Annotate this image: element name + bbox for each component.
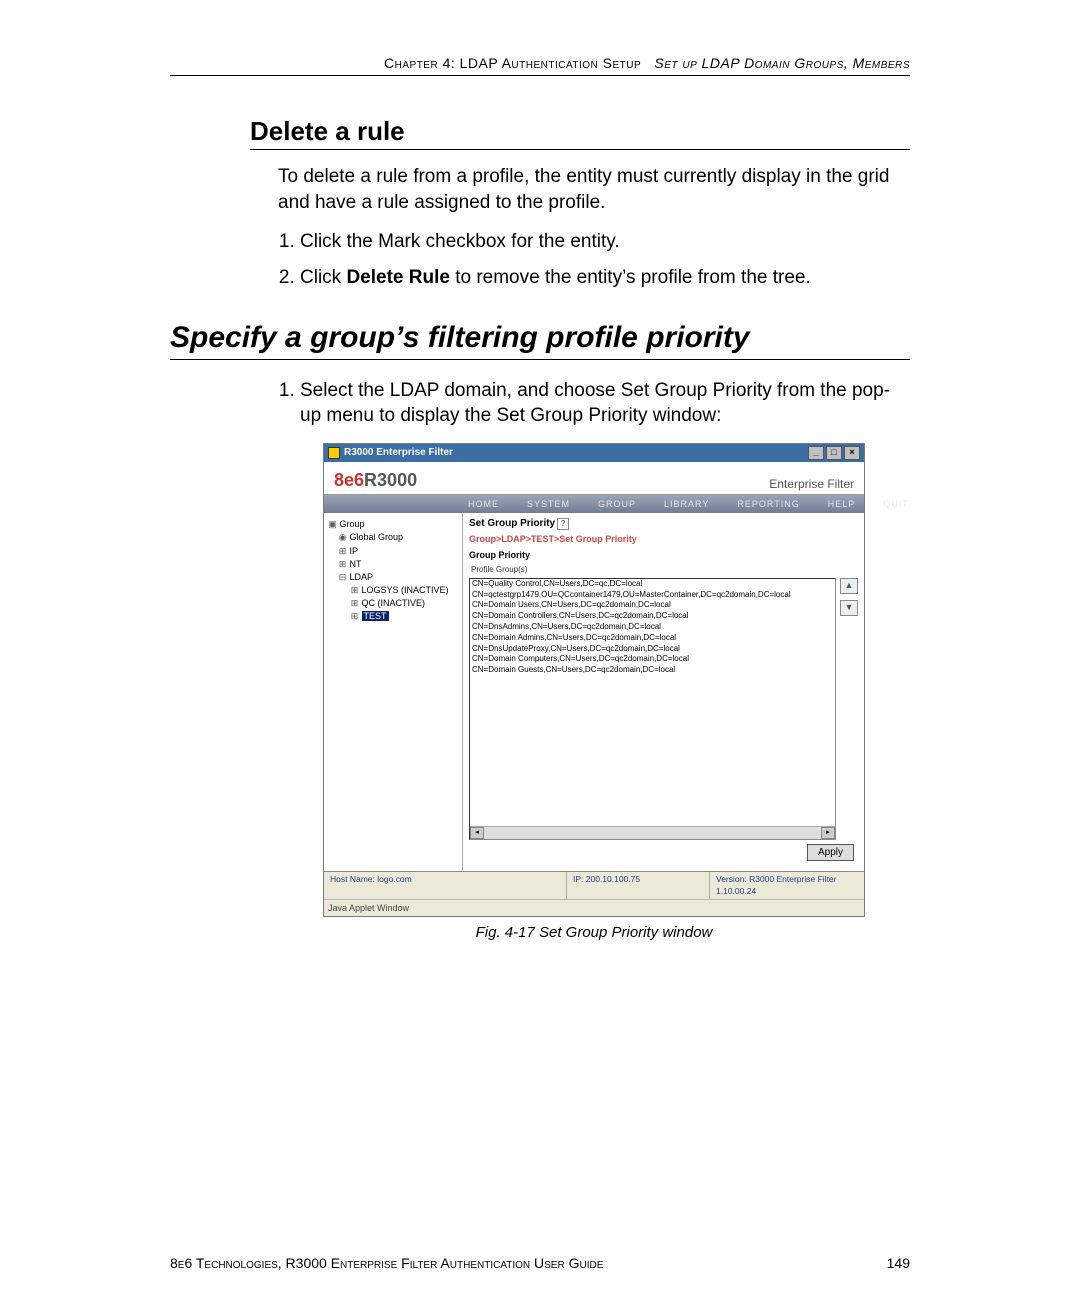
page-number: 149 — [887, 1255, 910, 1271]
list-item[interactable]: CN=Domain Computers,CN=Users,DC=qc2domai… — [470, 654, 835, 665]
tree-ip[interactable]: ⊞ IP — [338, 545, 458, 557]
tree-global-group[interactable]: ◉ Global Group — [338, 531, 458, 543]
expand-icon[interactable]: ⊞ — [338, 545, 347, 557]
tree-pane[interactable]: ▣ Group ◉ Global Group ⊞ IP ⊞ NT ⊟ LDAP … — [324, 513, 463, 871]
collapse-icon[interactable]: ⊟ — [338, 571, 347, 583]
horizontal-scrollbar[interactable]: ◂ ▸ — [470, 826, 835, 839]
tree-ldap[interactable]: ⊟ LDAP — [338, 571, 458, 583]
menu-home[interactable]: HOME — [454, 495, 513, 513]
step-1: Click the Mark checkbox for the entity. — [300, 229, 910, 255]
window-titlebar: R3000 Enterprise Filter _ □ × — [324, 444, 864, 462]
close-button[interactable]: × — [844, 446, 860, 460]
running-header: Chapter 4: LDAP Authentication Setup Set… — [170, 55, 910, 76]
tree-test[interactable]: ⊞ TEST — [350, 610, 458, 622]
brand-rest: R3000 — [364, 470, 417, 490]
apply-button[interactable]: Apply — [807, 844, 854, 861]
status-version: Version: R3000 Enterprise Filter 1.10.00… — [710, 872, 864, 899]
menu-reporting[interactable]: REPORTING — [723, 495, 813, 513]
right-pane: Set Group Priority? Group>LDAP>TEST>Set … — [463, 513, 864, 871]
list-item[interactable]: CN=Domain Controllers,CN=Users,DC=qc2dom… — [470, 611, 835, 622]
step-2: Click Delete Rule to remove the entity’s… — [300, 265, 910, 291]
profile-groups-label: Profile Group(s) — [471, 565, 858, 576]
tree-root[interactable]: ▣ Group — [328, 518, 458, 530]
list-item[interactable]: CN=Domain Admins,CN=Users,DC=qc2domain,D… — [470, 633, 835, 644]
expand-icon[interactable]: ⊞ — [350, 610, 359, 622]
help-icon[interactable]: ? — [557, 518, 569, 530]
breadcrumb: Group>LDAP>TEST>Set Group Priority — [469, 533, 858, 545]
group-icon: ▣ — [328, 518, 337, 530]
section-title-priority: Specify a group’s filtering profile prio… — [170, 321, 910, 360]
move-down-button[interactable]: ▼ — [840, 600, 858, 616]
list-item[interactable]: CN=qctestgrp1479,OU=QCcontainer1479,OU=M… — [470, 590, 835, 601]
menu-bar: HOME SYSTEM GROUP LIBRARY REPORTING HELP… — [324, 495, 864, 513]
list-item[interactable]: CN=Quality Control,CN=Users,DC=qc,DC=loc… — [470, 579, 835, 590]
brand-subtitle: Enterprise Filter — [769, 476, 854, 492]
menu-system[interactable]: SYSTEM — [513, 495, 584, 513]
list-item[interactable]: CN=Domain Users,CN=Users,DC=qc2domain,DC… — [470, 600, 835, 611]
menu-group[interactable]: GROUP — [584, 495, 650, 513]
status-ip: IP: 200.10.100.75 — [567, 872, 710, 899]
panel-title: Set Group Priority? — [469, 517, 858, 531]
list-item[interactable]: CN=Domain Guests,CN=Users,DC=qc2domain,D… — [470, 665, 835, 676]
tree-qc[interactable]: ⊞ QC (INACTIVE) — [350, 597, 458, 609]
header-chapter: Chapter 4: LDAP Authentication Setup — [384, 55, 641, 71]
footer-guide-title: 8e6 Technologies, R3000 Enterprise Filte… — [170, 1255, 603, 1271]
applet-window-label: Java Applet Window — [324, 899, 864, 916]
app-window: R3000 Enterprise Filter _ □ × 8e6R3000 E… — [323, 443, 865, 918]
status-bar: Host Name: logo.com IP: 200.10.100.75 Ve… — [324, 871, 864, 899]
brand-logo: 8e6R3000 — [334, 468, 417, 492]
maximize-button[interactable]: □ — [826, 446, 842, 460]
globe-icon: ◉ — [338, 531, 347, 543]
step-2-bold: Delete Rule — [346, 267, 449, 288]
menu-quit[interactable]: QUIT — [869, 495, 923, 513]
group-priority-label: Group Priority — [469, 549, 858, 561]
intro-paragraph: To delete a rule from a profile, the ent… — [278, 164, 910, 215]
menu-library[interactable]: LIBRARY — [650, 495, 723, 513]
app-icon — [328, 447, 340, 459]
menu-help[interactable]: HELP — [814, 495, 870, 513]
list-item[interactable]: CN=DnsUpdateProxy,CN=Users,DC=qc2domain,… — [470, 644, 835, 655]
expand-icon[interactable]: ⊞ — [350, 597, 359, 609]
tree-nt[interactable]: ⊞ NT — [338, 558, 458, 570]
step-2-pre: Click — [300, 267, 346, 288]
status-host: Host Name: logo.com — [324, 872, 567, 899]
expand-icon[interactable]: ⊞ — [350, 584, 359, 596]
section-step-1: Select the LDAP domain, and choose Set G… — [300, 378, 910, 429]
brand-strip: 8e6R3000 Enterprise Filter — [324, 462, 864, 495]
scroll-left-icon[interactable]: ◂ — [470, 827, 484, 839]
tree-logsys[interactable]: ⊞ LOGSYS (INACTIVE) — [350, 584, 458, 596]
window-title: R3000 Enterprise Filter — [344, 446, 453, 460]
header-section: Set up LDAP Domain Groups, Members — [654, 55, 910, 71]
brand-red: 8e6 — [334, 470, 364, 490]
list-item[interactable]: CN=DnsAdmins,CN=Users,DC=qc2domain,DC=lo… — [470, 622, 835, 633]
subsection-title-delete-rule: Delete a rule — [250, 116, 910, 150]
move-up-button[interactable]: ▲ — [840, 578, 858, 594]
minimize-button[interactable]: _ — [808, 446, 824, 460]
scroll-right-icon[interactable]: ▸ — [821, 827, 835, 839]
step-2-post: to remove the entity’s profile from the … — [450, 267, 811, 288]
profile-groups-listbox[interactable]: CN=Quality Control,CN=Users,DC=qc,DC=loc… — [469, 578, 836, 840]
expand-icon[interactable]: ⊞ — [338, 558, 347, 570]
figure-caption: Fig. 4-17 Set Group Priority window — [278, 923, 910, 943]
